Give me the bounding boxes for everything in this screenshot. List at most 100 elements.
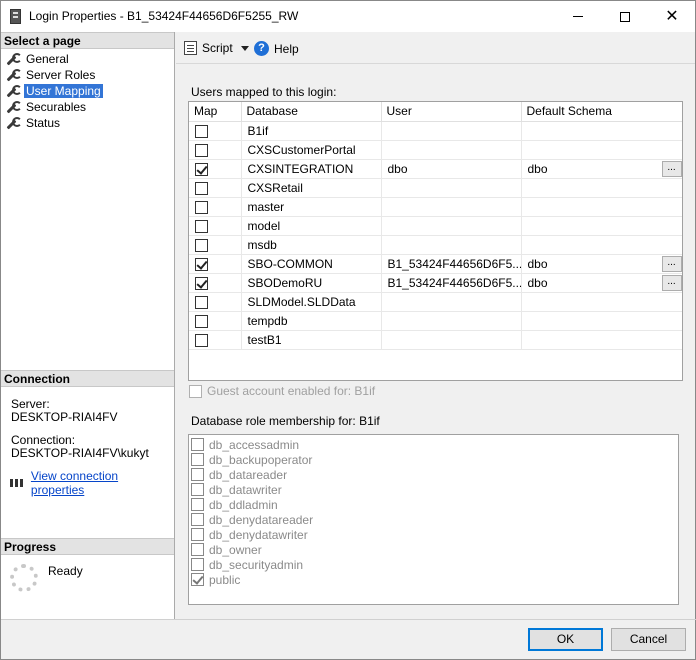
- table-row[interactable]: master: [189, 197, 682, 217]
- page-user-mapping[interactable]: User Mapping: [5, 83, 103, 99]
- close-button[interactable]: ✕: [649, 1, 695, 32]
- role-item[interactable]: db_datawriter: [189, 482, 678, 497]
- table-row[interactable]: B1if: [189, 121, 682, 141]
- database-cell[interactable]: SLDModel.SLDData: [241, 292, 382, 312]
- ok-button[interactable]: OK: [528, 628, 603, 651]
- map-checkbox[interactable]: [195, 181, 208, 195]
- browse-schema-button[interactable]: ...: [661, 255, 682, 272]
- cancel-button[interactable]: Cancel: [611, 628, 686, 651]
- table-row[interactable]: CXSINTEGRATION dbo dbo...: [189, 159, 682, 179]
- role-checkbox[interactable]: [191, 483, 204, 496]
- role-checkbox[interactable]: [191, 558, 204, 571]
- page-general[interactable]: General: [5, 51, 71, 67]
- default-schema-cell[interactable]: [521, 235, 682, 255]
- map-checkbox[interactable]: [195, 314, 208, 328]
- table-row[interactable]: msdb: [189, 235, 682, 255]
- user-cell[interactable]: B1_53424F44656D6F5...: [381, 273, 522, 293]
- role-checkbox[interactable]: [191, 573, 204, 586]
- database-cell[interactable]: SBODemoRU: [241, 273, 382, 293]
- table-row[interactable]: SLDModel.SLDData: [189, 292, 682, 312]
- table-row[interactable]: testB1: [189, 330, 682, 350]
- table-row[interactable]: model: [189, 216, 682, 236]
- table-row[interactable]: SBO-COMMON B1_53424F44656D6F5... dbo...: [189, 254, 682, 274]
- map-checkbox[interactable]: [195, 333, 208, 347]
- map-checkbox[interactable]: [195, 143, 208, 157]
- database-cell[interactable]: CXSCustomerPortal: [241, 140, 382, 160]
- role-checkbox[interactable]: [191, 543, 204, 556]
- role-checkbox[interactable]: [191, 528, 204, 541]
- help-button[interactable]: ? Help: [254, 41, 299, 56]
- default-schema-cell[interactable]: dbo...: [521, 254, 682, 274]
- default-schema-cell[interactable]: [521, 292, 682, 312]
- role-item[interactable]: db_backupoperator: [189, 452, 678, 467]
- user-cell[interactable]: [381, 178, 522, 198]
- page-securables[interactable]: Securables: [5, 99, 88, 115]
- role-item[interactable]: public: [189, 572, 678, 587]
- default-schema-cell[interactable]: [521, 178, 682, 198]
- table-row[interactable]: CXSCustomerPortal: [189, 140, 682, 160]
- map-checkbox[interactable]: [195, 219, 208, 233]
- title-bar[interactable]: Login Properties - B1_53424F44656D6F5255…: [1, 1, 695, 32]
- maximize-button[interactable]: [602, 1, 648, 32]
- table-row[interactable]: SBODemoRU B1_53424F44656D6F5... dbo...: [189, 273, 682, 293]
- column-header-map[interactable]: Map: [189, 102, 242, 122]
- default-schema-cell[interactable]: [521, 330, 682, 350]
- user-cell[interactable]: [381, 216, 522, 236]
- browse-schema-button[interactable]: ...: [661, 160, 682, 177]
- column-header-default-schema[interactable]: Default Schema: [521, 102, 682, 122]
- user-cell[interactable]: [381, 330, 522, 350]
- role-checkbox[interactable]: [191, 513, 204, 526]
- default-schema-cell[interactable]: [521, 197, 682, 217]
- role-item[interactable]: db_denydatawriter: [189, 527, 678, 542]
- default-schema-cell[interactable]: [521, 311, 682, 331]
- database-cell[interactable]: tempdb: [241, 311, 382, 331]
- role-checkbox[interactable]: [191, 468, 204, 481]
- column-header-user[interactable]: User: [381, 102, 522, 122]
- page-status[interactable]: Status: [5, 115, 62, 131]
- role-item[interactable]: db_denydatareader: [189, 512, 678, 527]
- user-cell[interactable]: [381, 292, 522, 312]
- guest-account-checkbox[interactable]: [189, 384, 202, 398]
- role-checkbox[interactable]: [191, 498, 204, 511]
- map-checkbox[interactable]: [195, 257, 208, 271]
- role-item[interactable]: db_accessadmin: [189, 437, 678, 452]
- role-item[interactable]: db_ddladmin: [189, 497, 678, 512]
- database-cell[interactable]: master: [241, 197, 382, 217]
- browse-schema-button[interactable]: ...: [661, 274, 682, 291]
- default-schema-cell[interactable]: [521, 216, 682, 236]
- user-cell[interactable]: [381, 197, 522, 217]
- user-cell[interactable]: B1_53424F44656D6F5...: [381, 254, 522, 274]
- database-cell[interactable]: CXSRetail: [241, 178, 382, 198]
- user-cell[interactable]: [381, 121, 522, 141]
- map-checkbox[interactable]: [195, 295, 208, 309]
- role-item[interactable]: db_owner: [189, 542, 678, 557]
- default-schema-cell[interactable]: [521, 121, 682, 141]
- role-checkbox[interactable]: [191, 453, 204, 466]
- user-cell[interactable]: [381, 140, 522, 160]
- map-checkbox[interactable]: [195, 238, 208, 252]
- role-item[interactable]: db_datareader: [189, 467, 678, 482]
- map-checkbox[interactable]: [195, 276, 208, 290]
- column-header-database[interactable]: Database: [241, 102, 382, 122]
- user-cell[interactable]: [381, 235, 522, 255]
- default-schema-cell[interactable]: [521, 140, 682, 160]
- map-checkbox[interactable]: [195, 124, 208, 138]
- page-server-roles[interactable]: Server Roles: [5, 67, 97, 83]
- minimize-button[interactable]: [555, 1, 601, 32]
- view-connection-properties-link[interactable]: View connection properties: [31, 469, 174, 497]
- table-row[interactable]: tempdb: [189, 311, 682, 331]
- chevron-down-icon[interactable]: [240, 45, 249, 51]
- default-schema-cell[interactable]: dbo...: [521, 159, 682, 179]
- user-cell[interactable]: dbo: [381, 159, 522, 179]
- database-cell[interactable]: msdb: [241, 235, 382, 255]
- database-cell[interactable]: CXSINTEGRATION: [241, 159, 382, 179]
- user-mapping-grid[interactable]: Map Database User Default Schema B1if CXS…: [188, 101, 683, 381]
- default-schema-cell[interactable]: dbo...: [521, 273, 682, 293]
- database-cell[interactable]: SBO-COMMON: [241, 254, 382, 274]
- role-item[interactable]: db_securityadmin: [189, 557, 678, 572]
- database-cell[interactable]: model: [241, 216, 382, 236]
- table-row[interactable]: CXSRetail: [189, 178, 682, 198]
- script-button[interactable]: Script: [184, 41, 249, 55]
- user-cell[interactable]: [381, 311, 522, 331]
- database-cell[interactable]: testB1: [241, 330, 382, 350]
